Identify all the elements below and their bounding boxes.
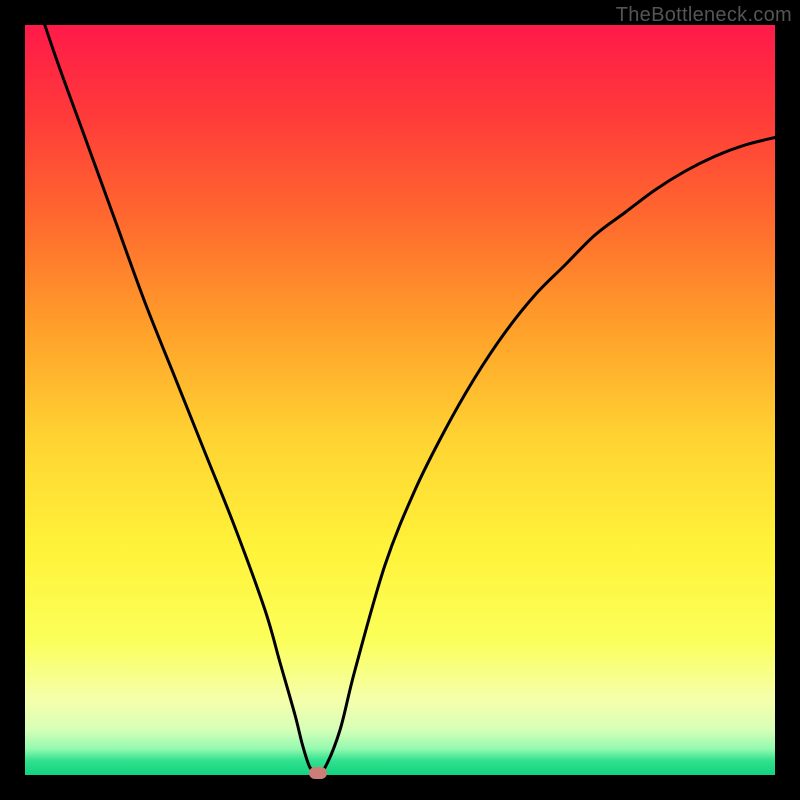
chart-marker — [309, 767, 327, 779]
chart-curve-svg — [25, 25, 775, 775]
watermark-text: TheBottleneck.com — [616, 4, 792, 27]
chart-curve — [25, 25, 775, 772]
chart-plot-area — [25, 25, 775, 775]
chart-frame: TheBottleneck.com — [0, 0, 800, 800]
